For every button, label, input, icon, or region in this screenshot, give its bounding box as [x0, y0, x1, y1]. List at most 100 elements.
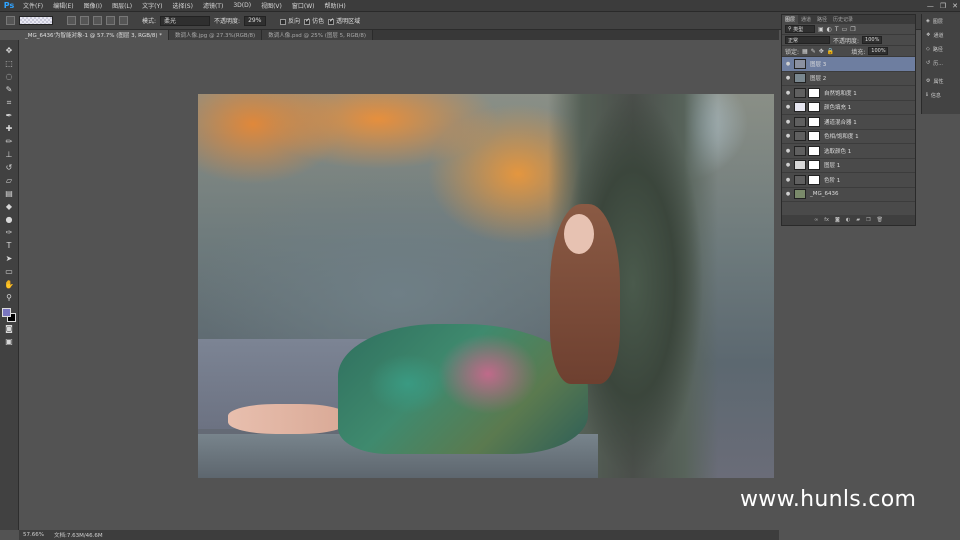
quick-mask-icon[interactable]: ◙ [3, 322, 16, 335]
adjustment-icon[interactable]: ◐ [846, 217, 850, 223]
linear-gradient-icon[interactable] [67, 16, 76, 25]
visibility-eye-icon[interactable]: ● [784, 191, 792, 197]
visibility-eye-icon[interactable]: ● [784, 104, 792, 110]
visibility-eye-icon[interactable]: ● [784, 177, 792, 183]
close-button[interactable]: ✕ [952, 2, 958, 10]
dock-layers[interactable]: ◈ 图层 [922, 14, 960, 28]
layer-name[interactable]: 图层 3 [810, 60, 826, 68]
blend-mode-select[interactable]: 正常 [785, 36, 830, 44]
layer-mask-thumbnail[interactable] [808, 145, 820, 156]
menu-window[interactable]: 窗口(W) [287, 1, 320, 10]
layer-row[interactable]: ● 自然饱和度 1 [782, 86, 915, 101]
visibility-eye-icon[interactable]: ● [784, 75, 792, 81]
visibility-eye-icon[interactable]: ● [784, 61, 792, 67]
filter-smart-icon[interactable]: ❐ [850, 26, 855, 33]
type-tool-icon[interactable]: T [3, 239, 16, 252]
layer-name[interactable]: 选取颜色 1 [824, 147, 851, 155]
move-tool-icon[interactable]: ✥ [3, 44, 16, 57]
layer-row[interactable]: ● _MG_6436 [782, 188, 915, 202]
tool-preset-icon[interactable] [6, 16, 15, 25]
restore-button[interactable]: ❐ [940, 2, 946, 10]
layer-row[interactable]: ● 通道混合器 1 [782, 115, 915, 130]
lock-pixels-icon[interactable]: ▦ [802, 48, 808, 55]
eyedropper-tool-icon[interactable]: ✒ [3, 109, 16, 122]
filter-type-icon[interactable]: T [835, 26, 839, 33]
dock-channels[interactable]: ❖ 通道 [922, 28, 960, 42]
screen-mode-icon[interactable]: ▣ [3, 335, 16, 348]
layer-row[interactable]: ● 色相/饱和度 1 [782, 130, 915, 144]
mode-select[interactable]: 柔光 [160, 15, 211, 26]
layer-row[interactable]: ● 图层 1 [782, 159, 915, 173]
menu-3d[interactable]: 3D(D) [228, 2, 256, 9]
layer-name[interactable]: 通道混合器 1 [824, 118, 857, 126]
lock-image-icon[interactable]: ✎ [811, 48, 816, 55]
transparency-option[interactable]: 透明区域 [328, 16, 360, 25]
menu-select[interactable]: 选择(S) [167, 1, 198, 10]
shape-tool-icon[interactable]: ▭ [3, 265, 16, 278]
layer-mask-thumbnail[interactable] [808, 87, 820, 98]
link-icon[interactable]: ∞ [814, 217, 818, 223]
visibility-eye-icon[interactable]: ● [784, 119, 792, 125]
foreground-color-swatch[interactable] [2, 308, 11, 317]
visibility-eye-icon[interactable]: ● [784, 148, 792, 154]
opacity-input[interactable]: 29% [244, 15, 267, 26]
group-icon[interactable]: ▰ [856, 217, 860, 223]
lasso-tool-icon[interactable]: ◌ [3, 70, 16, 83]
gradient-picker[interactable] [19, 16, 53, 25]
angle-gradient-icon[interactable] [93, 16, 102, 25]
fill-input[interactable]: 100% [868, 47, 889, 55]
layer-mask-thumbnail[interactable] [808, 131, 820, 142]
menu-help[interactable]: 帮助(H) [320, 1, 351, 10]
layer-row[interactable]: ● 选取颜色 1 [782, 144, 915, 159]
layer-mask-thumbnail[interactable] [808, 102, 820, 113]
trash-icon[interactable]: 🗑 [877, 217, 883, 223]
minimize-button[interactable]: — [927, 2, 934, 10]
filter-shape-icon[interactable]: ▭ [842, 26, 848, 33]
tab-layers[interactable]: 图层 [782, 15, 799, 24]
document-image[interactable] [198, 94, 774, 478]
dither-option[interactable]: 仿色 [304, 16, 324, 25]
menu-type[interactable]: 文字(Y) [137, 1, 167, 10]
dodge-tool-icon[interactable]: ● [3, 213, 16, 226]
layer-mask-thumbnail[interactable] [808, 174, 820, 185]
radial-gradient-icon[interactable] [80, 16, 89, 25]
visibility-eye-icon[interactable]: ● [784, 90, 792, 96]
crop-tool-icon[interactable]: ⌗ [3, 96, 16, 109]
layer-opacity-input[interactable]: 100% [862, 36, 883, 44]
new-layer-icon[interactable]: ❐ [866, 217, 870, 223]
tab-document-1[interactable]: _MG_6436'为智能对象-1 @ 57.7% (图层 3, RGB/8) * [19, 30, 169, 40]
menu-file[interactable]: 文件(F) [18, 1, 48, 10]
layer-name[interactable]: 图层 2 [810, 74, 826, 82]
dock-paths[interactable]: ◇ 路径 [922, 42, 960, 56]
brush-tool-icon[interactable]: ✏ [3, 135, 16, 148]
zoom-level[interactable]: 57.66% [23, 532, 44, 538]
fx-icon[interactable]: fx [824, 217, 829, 223]
layer-name[interactable]: 颜色填充 1 [824, 103, 851, 111]
color-swatches[interactable] [2, 308, 16, 322]
add-mask-icon[interactable]: ◙ [835, 217, 840, 223]
dock-properties[interactable]: ⚙ 属性 [922, 74, 960, 88]
layer-row[interactable]: ● 颜色填充 1 [782, 101, 915, 115]
menu-image[interactable]: 图像(I) [79, 1, 107, 10]
tab-document-2[interactable]: 数调人像.jpg @ 27.3%(RGB/8) [168, 30, 263, 40]
menu-filter[interactable]: 滤镜(T) [198, 1, 228, 10]
pen-tool-icon[interactable]: ✑ [3, 226, 16, 239]
tab-paths[interactable]: 路径 [814, 15, 830, 24]
healing-tool-icon[interactable]: ✚ [3, 122, 16, 135]
zoom-tool-icon[interactable]: ⚲ [3, 291, 16, 304]
layer-name[interactable]: 自然饱和度 1 [824, 89, 857, 97]
filter-pixel-icon[interactable]: ▣ [818, 26, 824, 33]
tab-document-3[interactable]: 数调人像.psd @ 25% (图层 5, RGB/8) [262, 30, 374, 40]
layer-row[interactable]: ● 图层 2 [782, 72, 915, 86]
filter-adjust-icon[interactable]: ◐ [827, 26, 832, 33]
menu-edit[interactable]: 编辑(E) [48, 1, 78, 10]
tab-history[interactable]: 历史记录 [830, 15, 856, 24]
reflected-gradient-icon[interactable] [106, 16, 115, 25]
gradient-tool-icon[interactable]: ▤ [3, 187, 16, 200]
menu-layer[interactable]: 图层(L) [107, 1, 137, 10]
dither-checkbox[interactable] [304, 17, 310, 25]
layer-row[interactable]: ● 图层 3 [782, 57, 915, 72]
layer-name[interactable]: _MG_6436 [810, 191, 839, 197]
dock-info[interactable]: ℹ 信息 [922, 88, 960, 102]
layer-name[interactable]: 色相/饱和度 1 [824, 132, 859, 140]
